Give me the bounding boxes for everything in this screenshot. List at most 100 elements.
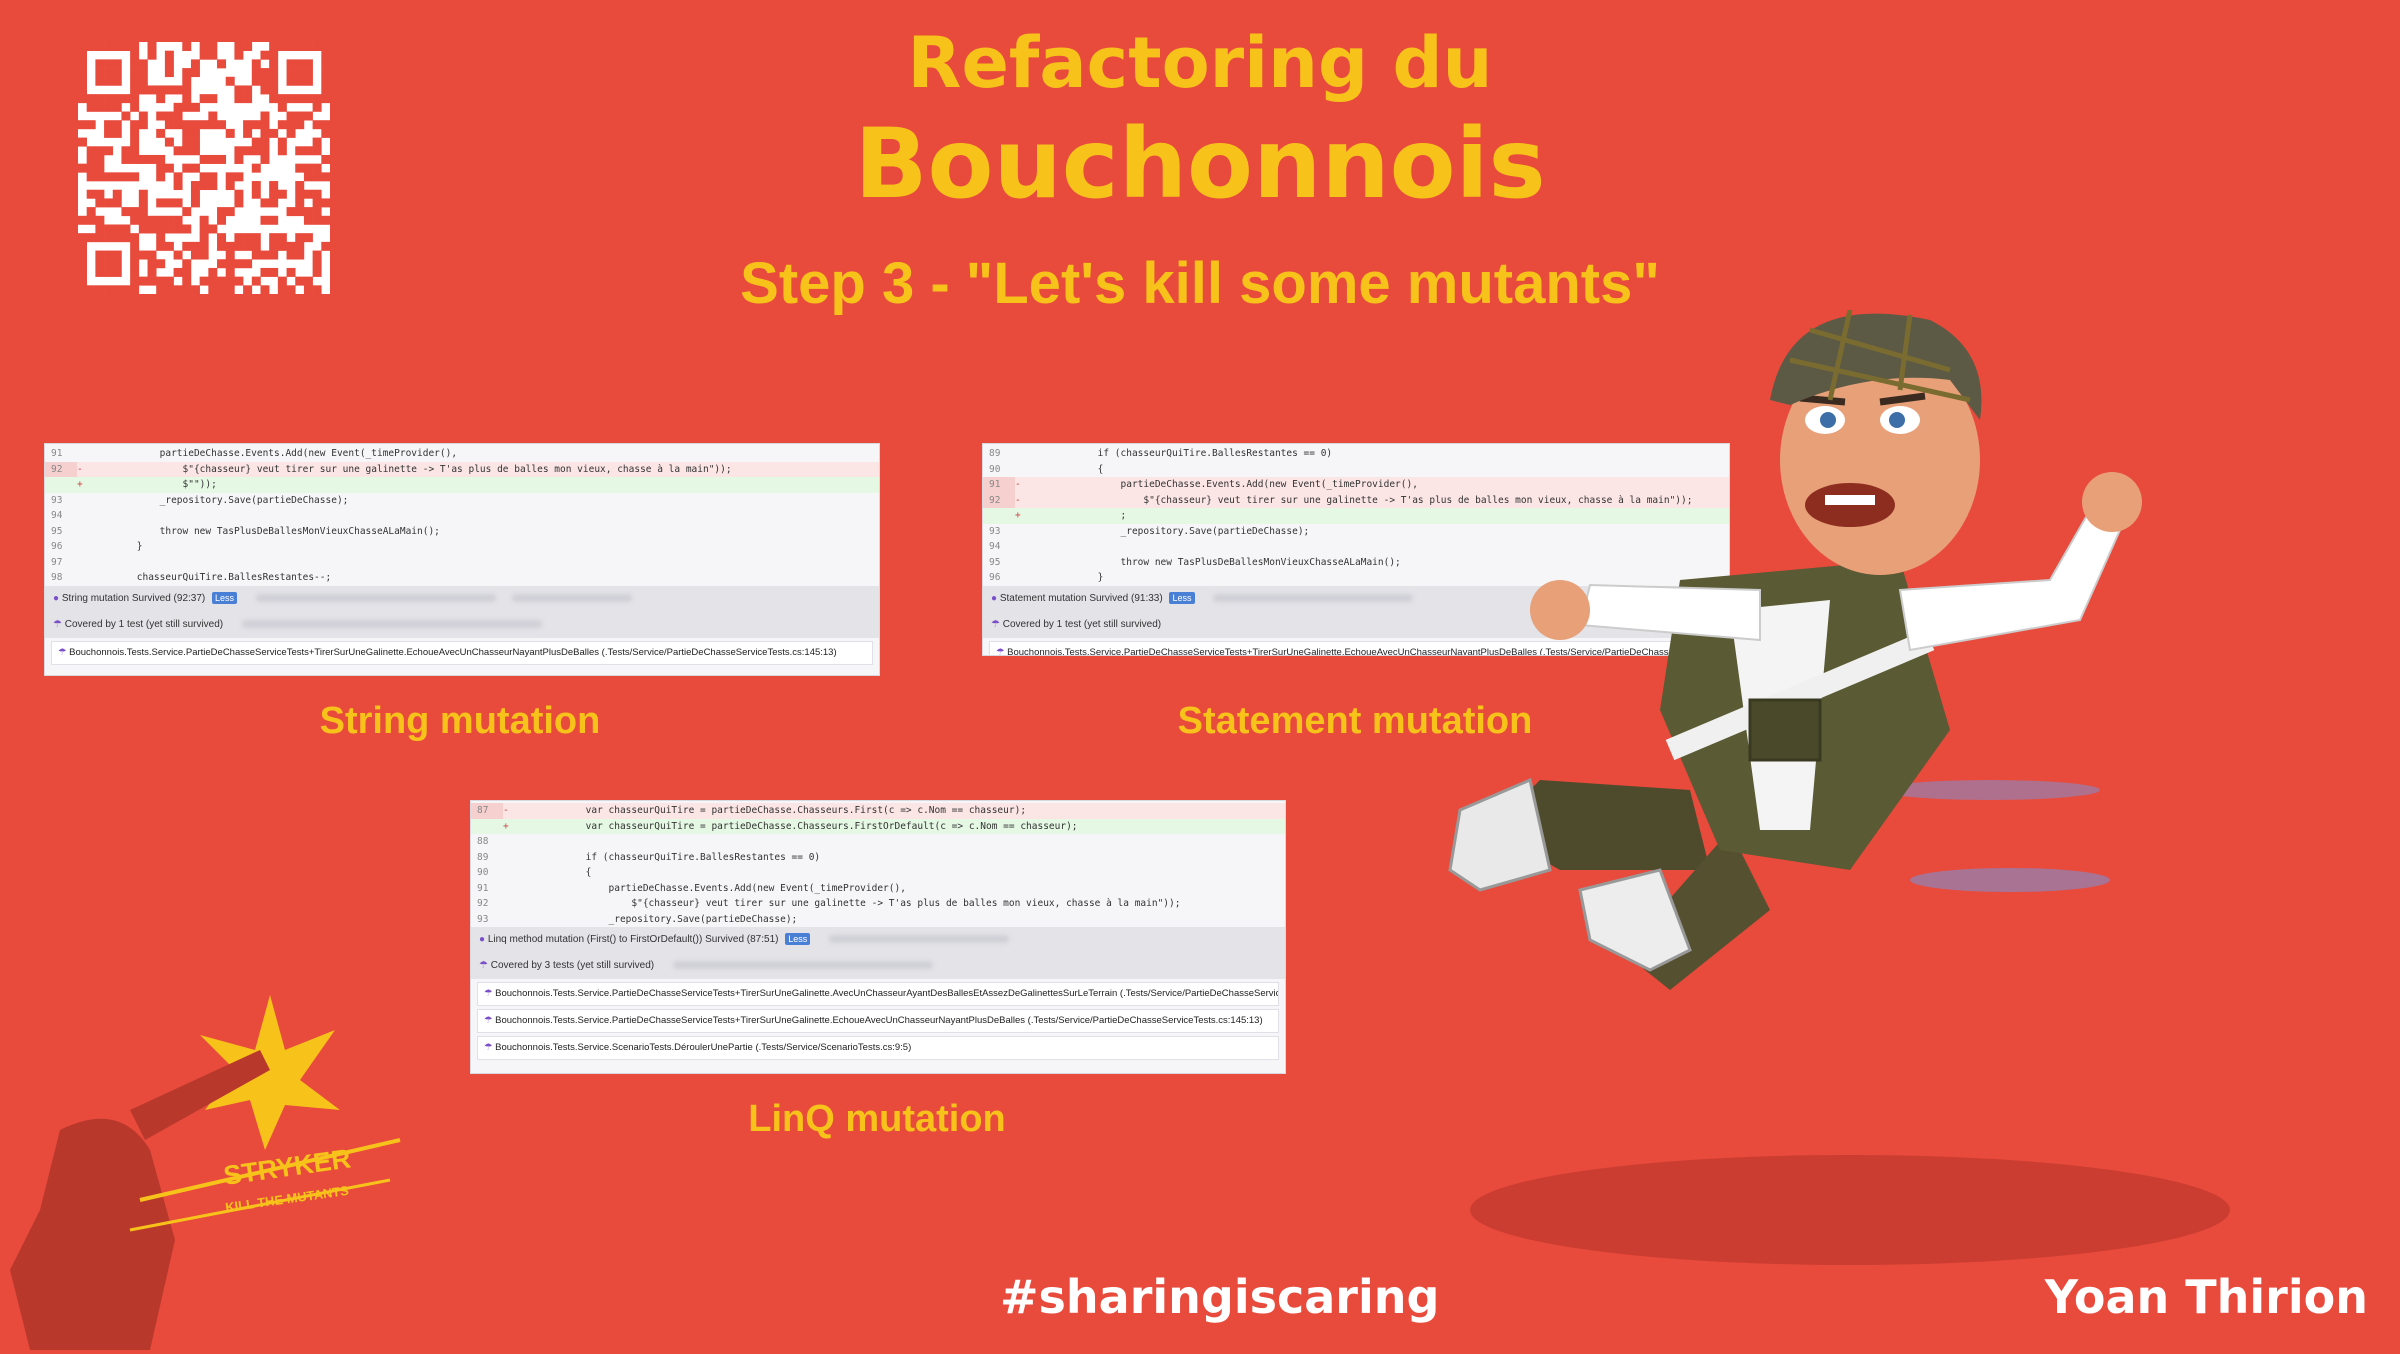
- code-text: if (chasseurQuiTire.BallesRestantes == 0…: [517, 851, 821, 863]
- line-number: 96: [989, 572, 1001, 583]
- coverage-row: ☂ Covered by 3 tests (yet still survived…: [471, 953, 1285, 979]
- test-item[interactable]: ☂ Bouchonnois.Tests.Service.PartieDeChas…: [51, 640, 873, 665]
- line-number: 98: [51, 572, 63, 583]
- test-item[interactable]: ☂ Bouchonnois.Tests.Service.PartieDeChas…: [477, 1009, 1279, 1033]
- code-line: 94: [45, 508, 879, 524]
- code-text: throw new TasPlusDeBallesMonVieuxChasseA…: [1029, 556, 1401, 568]
- code-line: 88: [471, 834, 1285, 850]
- code-line: 92 $"{chasseur} veut tirer sur une galin…: [471, 896, 1285, 912]
- code-line: 97: [45, 555, 879, 571]
- diff-marker: -: [1015, 479, 1021, 490]
- coverage-row: ☂ Covered by 1 test (yet still survived): [45, 611, 879, 638]
- less-toggle[interactable]: Less: [1169, 591, 1195, 604]
- mutation-status: String mutation Survived (92:37): [61, 592, 206, 604]
- diff-code: 87- var chasseurQuiTire = partieDeChasse…: [471, 801, 1285, 927]
- line-number: 93: [51, 494, 63, 506]
- line-number: 92: [45, 461, 77, 477]
- code-text: var chasseurQuiTire = partieDeChasse.Cha…: [517, 820, 1078, 832]
- code-line: 95 throw new TasPlusDeBallesMonVieuxChas…: [45, 524, 879, 540]
- code-text: partieDeChasse.Events.Add(new Event(_tim…: [1029, 479, 1418, 490]
- code-line: + $""));: [45, 477, 879, 493]
- diff-marker: +: [1015, 510, 1021, 521]
- less-toggle[interactable]: Less: [212, 591, 238, 604]
- test-name: Bouchonnois.Tests.Service.PartieDeChasse…: [495, 1015, 1263, 1026]
- running-character-illustration: [1430, 309, 2290, 1290]
- test-icon: ☂: [996, 646, 1008, 656]
- diff-marker: -: [1015, 494, 1021, 506]
- code-line: 87- var chasseurQuiTire = partieDeChasse…: [471, 803, 1285, 819]
- test-item[interactable]: ☂ Bouchonnois.Tests.Service.PartieDeChas…: [477, 982, 1279, 1006]
- test-icon: ☂: [58, 646, 70, 658]
- line-number: 95: [51, 525, 63, 537]
- code-line: 91 partieDeChasse.Events.Add(new Event(_…: [45, 446, 879, 462]
- line-number: 97: [51, 556, 63, 568]
- test-icon: ☂: [484, 1015, 496, 1026]
- code-text: }: [91, 541, 143, 552]
- diff-marker: +: [503, 820, 509, 832]
- diff-marker: -: [77, 463, 83, 475]
- test-list: ☂ Bouchonnois.Tests.Service.PartieDeChas…: [471, 982, 1285, 1060]
- title-line-1: Refactoring du: [907, 22, 1493, 104]
- code-line: 92- $"{chasseur} veut tirer sur une gali…: [45, 461, 879, 477]
- caption-string-mutation: String mutation: [319, 700, 601, 742]
- line-number: 91: [51, 448, 63, 459]
- test-icon: ☂: [484, 1042, 496, 1053]
- code-line: 96 }: [45, 539, 879, 555]
- diff-marker: +: [77, 479, 83, 490]
- diff-code: 91 partieDeChasse.Events.Add(new Event(_…: [45, 444, 879, 586]
- code-text: throw new TasPlusDeBallesMonVieuxChasseA…: [91, 525, 440, 537]
- author-name: Yoan Thirion: [2044, 1270, 2368, 1324]
- code-line: 93 _repository.Save(partieDeChasse);: [45, 493, 879, 509]
- less-toggle[interactable]: Less: [785, 933, 811, 945]
- code-text: {: [517, 867, 592, 878]
- step-subtitle: Step 3 - "Let's kill some mutants": [740, 251, 1660, 316]
- test-icon: ☂: [484, 988, 496, 999]
- code-text: chasseurQuiTire.BallesRestantes--;: [91, 572, 332, 583]
- mutation-status: Statement mutation Survived (91:33): [999, 592, 1163, 604]
- code-text: $"{chasseur} veut tirer sur une galinett…: [517, 898, 1181, 909]
- test-name: Bouchonnois.Tests.Service.PartieDeChasse…: [495, 988, 1279, 999]
- coverage-text: Covered by 3 tests (yet still survived): [490, 960, 655, 971]
- mutation-status-row: ● Linq method mutation (First() to First…: [471, 927, 1285, 953]
- code-line: 90 {: [471, 865, 1285, 881]
- code-text: _repository.Save(partieDeChasse);: [91, 494, 349, 506]
- linq-mutation-screenshot: 87- var chasseurQuiTire = partieDeChasse…: [470, 800, 1286, 1074]
- line-number: 92: [477, 898, 489, 909]
- coverage-text: Covered by 1 test (yet still survived): [1002, 618, 1162, 630]
- caption-linq-mutation: LinQ mutation: [748, 1098, 1006, 1140]
- code-text: $""));: [91, 479, 217, 490]
- test-name: Bouchonnois.Tests.Service.PartieDeChasse…: [69, 646, 837, 658]
- line-number: 94: [51, 510, 63, 521]
- test-name: Bouchonnois.Tests.Service.ScenarioTests.…: [495, 1042, 912, 1053]
- code-text: _repository.Save(partieDeChasse);: [517, 913, 798, 925]
- code-line: + var chasseurQuiTire = partieDeChasse.C…: [471, 818, 1285, 834]
- code-text: $"{chasseur} veut tirer sur une galinett…: [91, 463, 732, 475]
- line-number: 91: [983, 477, 1015, 493]
- string-mutation-screenshot: 91 partieDeChasse.Events.Add(new Event(_…: [44, 443, 880, 676]
- code-text: partieDeChasse.Events.Add(new Event(_tim…: [517, 882, 906, 894]
- line-number: 95: [989, 556, 1001, 568]
- code-text: {: [1029, 463, 1104, 475]
- line-number: 93: [477, 913, 489, 925]
- coverage-text: Covered by 1 test (yet still survived): [64, 618, 224, 630]
- line-number: 93: [989, 525, 1001, 537]
- line-number: 88: [477, 836, 489, 847]
- code-text: if (chasseurQuiTire.BallesRestantes == 0…: [1029, 448, 1333, 459]
- title-line-2: Bouchonnois: [854, 108, 1546, 220]
- code-text: var chasseurQuiTire = partieDeChasse.Cha…: [517, 805, 1027, 816]
- stryker-wordmark: STRYKER: [222, 1143, 353, 1191]
- diff-marker: -: [503, 805, 509, 816]
- line-number: 90: [477, 867, 489, 878]
- test-list: ☂ Bouchonnois.Tests.Service.PartieDeChas…: [45, 640, 879, 665]
- mutation-status-row: ● String mutation Survived (92:37) Less: [45, 585, 879, 612]
- line-number: 90: [989, 463, 1001, 475]
- hashtag: #sharingiscaring: [1000, 1270, 1440, 1324]
- code-text: _repository.Save(partieDeChasse);: [1029, 525, 1310, 537]
- line-number: 89: [989, 448, 1001, 459]
- code-text: partieDeChasse.Events.Add(new Event(_tim…: [91, 448, 458, 459]
- line-number: 92: [983, 492, 1015, 508]
- mutation-status: Linq method mutation (First() to FirstOr…: [487, 934, 779, 945]
- line-number: 89: [477, 851, 489, 863]
- test-item[interactable]: ☂ Bouchonnois.Tests.Service.ScenarioTest…: [477, 1036, 1279, 1060]
- code-text: }: [1029, 572, 1104, 583]
